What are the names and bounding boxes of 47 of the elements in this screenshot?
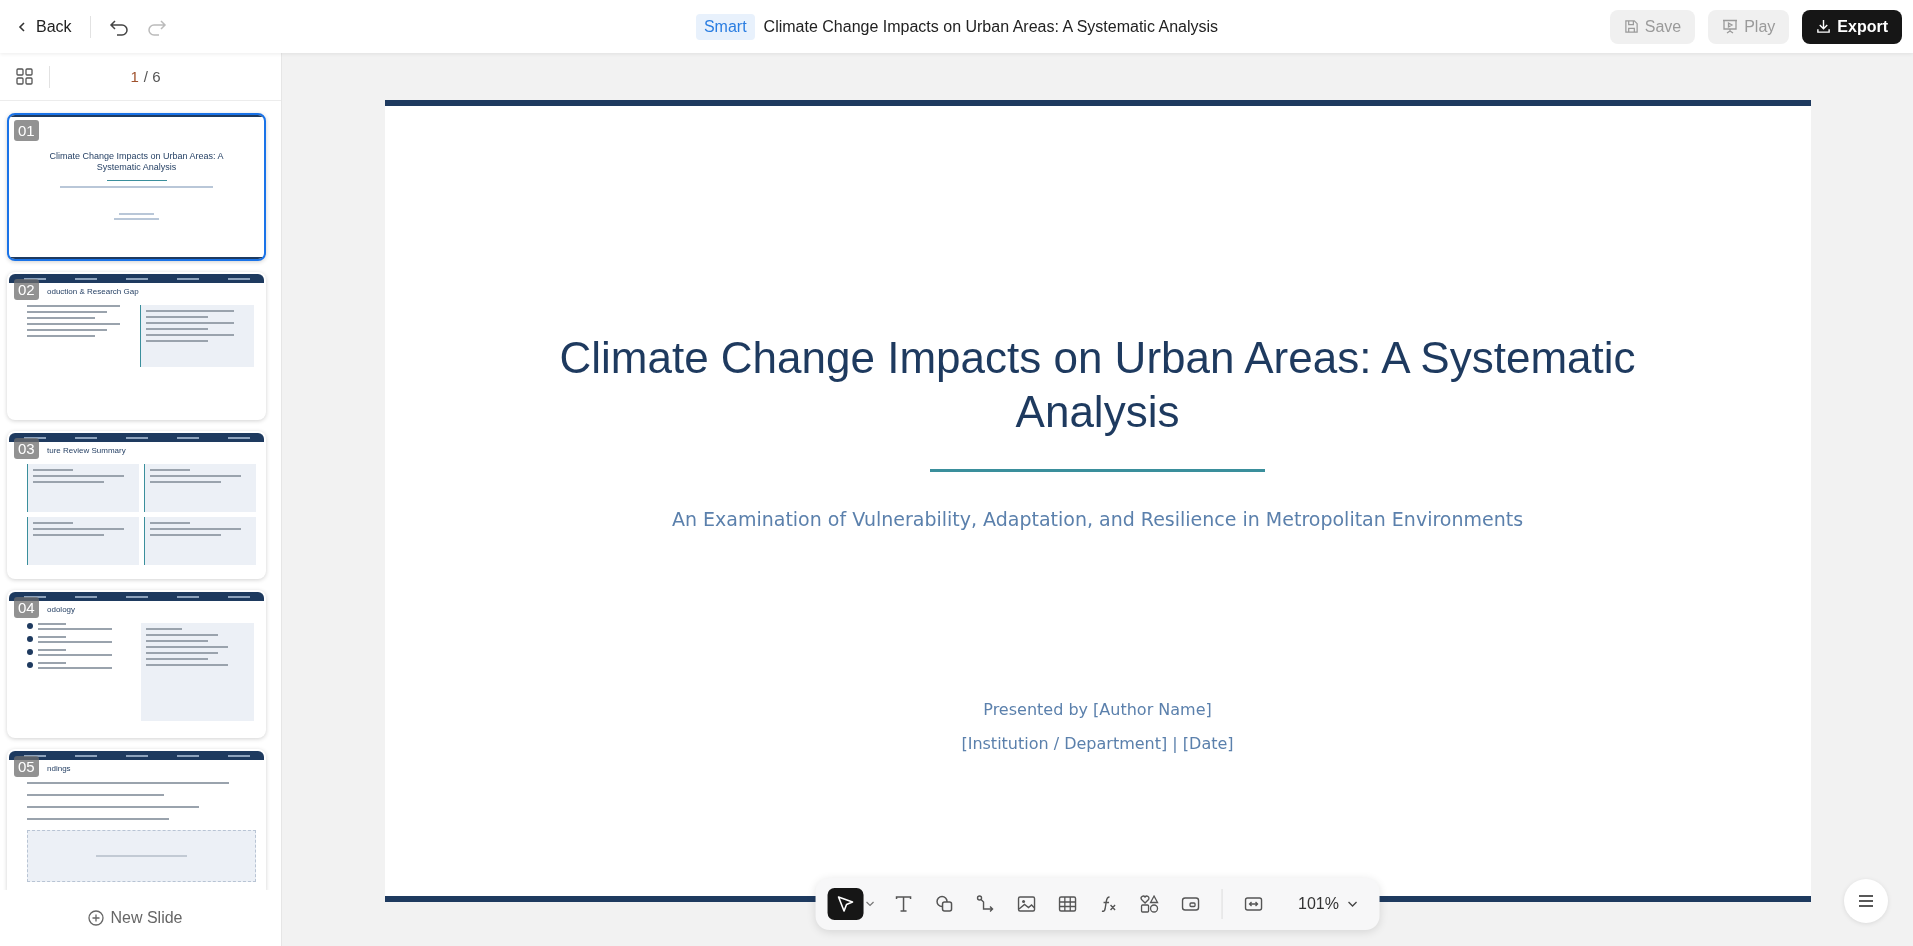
chevron-left-icon — [16, 20, 28, 33]
export-button[interactable]: Export — [1802, 9, 1902, 44]
slide-thumbnail[interactable]: 03 ture Review Summary — [7, 431, 266, 579]
undo-icon[interactable] — [108, 17, 129, 36]
page-total: / 6 — [143, 68, 161, 85]
download-icon — [1816, 19, 1832, 34]
grid-view-icon[interactable] — [16, 68, 33, 85]
mode-badge: Smart — [695, 13, 755, 40]
slide-title: Climate Change Impacts on Urban Areas: A Systematic Analysis — [48, 151, 225, 174]
zoom-dropdown[interactable]: 101% — [1276, 895, 1368, 913]
institution-text: [Institution / Department] | [Date] — [961, 733, 1234, 755]
plus-circle-icon — [88, 910, 105, 926]
slide-heading: odology — [47, 605, 77, 616]
fit-width-icon — [1243, 894, 1264, 914]
shapes-icon — [934, 894, 955, 914]
image-icon — [1016, 894, 1037, 914]
caret-icon[interactable] — [865, 901, 875, 907]
slide-number: 05 — [14, 756, 39, 777]
slide-thumbnail[interactable]: 01 Climate Change Impacts on Urban Areas: A Systematic Analysis — [7, 113, 266, 261]
pointer-icon — [835, 894, 856, 914]
slide-number: 01 — [14, 120, 39, 141]
slide-number: 04 — [14, 597, 39, 618]
slide-title: Climate Change Impacts on Urban Areas: A Systematic Analysis — [558, 332, 1637, 438]
back-button[interactable]: Back — [12, 13, 76, 40]
connector-icon — [975, 894, 996, 914]
slide-number: 03 — [14, 438, 39, 459]
select-tool-button[interactable] — [827, 888, 864, 920]
menu-button[interactable] — [1844, 879, 1888, 923]
presentation-icon — [1722, 19, 1739, 34]
menu-icon — [1859, 895, 1873, 907]
slide-thumbnail[interactable]: 05 ndings — [7, 749, 266, 890]
new-slide-button[interactable]: New Slide — [82, 908, 189, 928]
slide-thumbnail[interactable]: 02 oduction & Research Gap — [7, 272, 266, 420]
presenter-text: Presented by [Author Name] — [983, 699, 1212, 721]
slide-heading: ndings — [47, 764, 72, 775]
slide-heading: oduction & Research Gap — [47, 287, 140, 298]
caret-icon — [1347, 901, 1358, 907]
table-icon — [1057, 894, 1078, 914]
elements-icon — [1139, 894, 1160, 914]
text-icon — [893, 894, 914, 914]
current-page: 1 — [130, 68, 139, 85]
slide-number: 02 — [14, 279, 39, 300]
slide-subtitle: An Examination of Vulnerability, Adaptation, and Resilience in Metropolitan Environments — [671, 508, 1524, 530]
media-icon — [1180, 894, 1201, 914]
slide-thumbnail[interactable]: 04 odology — [7, 590, 266, 738]
document-title: Climate Change Impacts on Urban Areas: A Systematic Analysis — [763, 17, 1219, 36]
slide-heading: ture Review Summary — [47, 446, 127, 457]
